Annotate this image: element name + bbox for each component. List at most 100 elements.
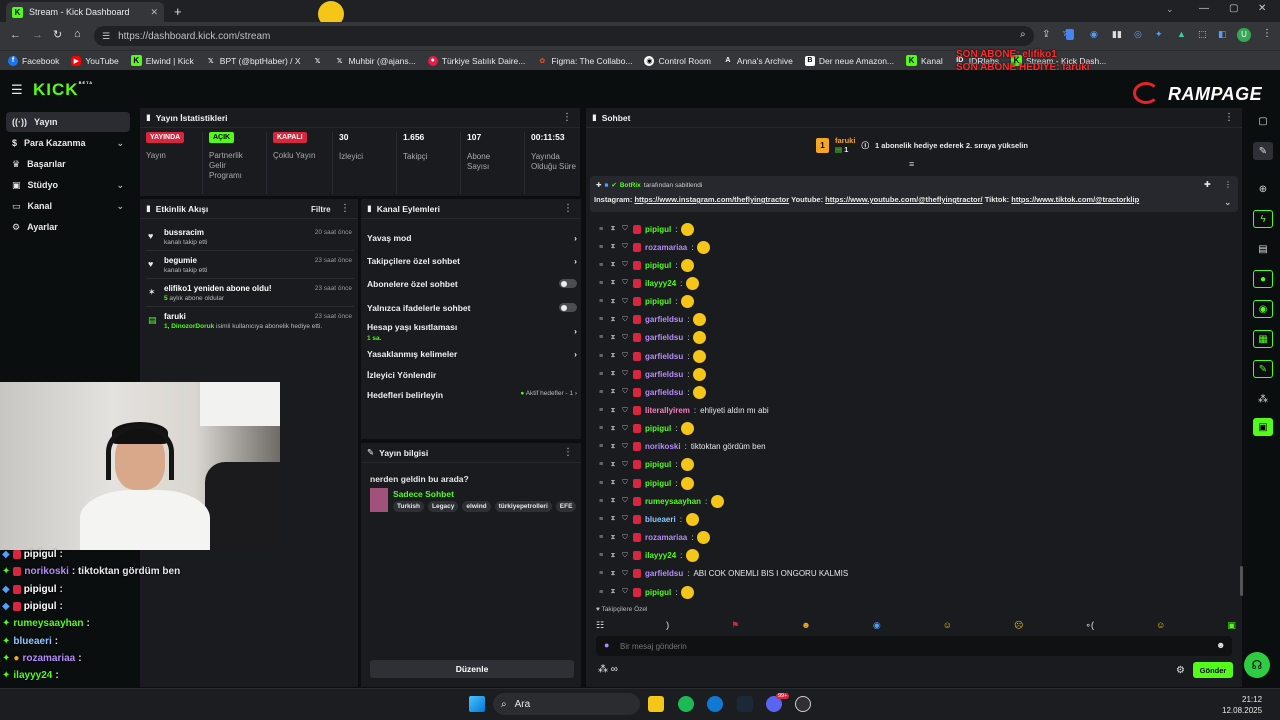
bookmark-control-room[interactable]: ◉ Control Room (644, 55, 711, 66)
ban-icon[interactable]: ⛉ (621, 425, 629, 433)
kick-logo[interactable]: KICKBETA (33, 80, 93, 100)
minimize-icon[interactable]: — (1199, 3, 1209, 14)
tag[interactable]: Turkish (393, 501, 424, 512)
extension-icon-5[interactable]: ▲ (1177, 29, 1186, 39)
ban-icon[interactable]: ⛉ (621, 243, 629, 251)
tag[interactable]: Legacy (428, 501, 459, 512)
timeout-icon[interactable]: ⧗ (609, 370, 617, 378)
message-menu-icon[interactable]: ≡ (597, 244, 605, 251)
stream-info-menu-icon[interactable]: ⋮ (563, 447, 573, 458)
bookmark-annas-archive[interactable]: A Anna's Archive (723, 56, 793, 66)
chat-username[interactable]: garfieldsu (645, 352, 683, 361)
ban-icon[interactable]: ⛉ (621, 515, 629, 523)
bookmark-satilik-daire[interactable]: ● Türkiye Satılık Daire... (427, 55, 525, 66)
extension-icon-3[interactable]: ▮▮ (1112, 29, 1122, 40)
tag[interactable]: elwind (462, 501, 491, 512)
message-menu-icon[interactable]: ≡ (597, 516, 605, 523)
close-tab-icon[interactable]: ✕ (150, 7, 158, 18)
mic-icon[interactable]: ● (604, 640, 609, 650)
chat-username[interactable]: garfieldsu (645, 569, 683, 578)
sidebar-item-basarilar[interactable]: ♛ Başarılar (6, 154, 130, 174)
chat-username[interactable]: literallyirem (645, 406, 690, 415)
extension-icon-6[interactable]: ⬚ (1198, 29, 1207, 40)
file-explorer-icon[interactable] (648, 696, 664, 712)
emoji-picker-icon[interactable]: ☻ (1216, 640, 1225, 650)
maximize-icon[interactable]: ▢ (1229, 3, 1238, 14)
pinned-link-youtube[interactable]: https://www.youtube.com/@theflyingtracto… (825, 195, 982, 204)
ban-icon[interactable]: ⛉ (621, 407, 629, 415)
document-icon[interactable]: ▤ (1253, 240, 1273, 258)
new-tab-icon[interactable]: + (174, 4, 182, 19)
chat-username[interactable]: rozamariaa (645, 533, 687, 542)
chat-username[interactable]: garfieldsu (645, 315, 683, 324)
timeout-icon[interactable]: ⧗ (609, 588, 617, 596)
hamburger-menu-icon[interactable]: ☰ (11, 82, 23, 98)
ban-icon[interactable]: ⛉ (621, 261, 629, 269)
send-button[interactable]: Gönder (1193, 662, 1233, 678)
profile-avatar[interactable]: U (1237, 28, 1251, 42)
message-menu-icon[interactable]: ≡ (597, 552, 605, 559)
ban-icon[interactable]: ⛉ (621, 370, 629, 378)
ban-icon[interactable]: ⛉ (621, 479, 629, 487)
pinned-link-tiktok[interactable]: https://www.tiktok.com/@tractorklip (1011, 195, 1139, 204)
banned-words-row[interactable]: Yasaklanmış kelimeler › (367, 349, 577, 359)
ban-icon[interactable]: ⛉ (621, 316, 629, 324)
timeout-icon[interactable]: ⧗ (609, 497, 617, 505)
message-menu-icon[interactable]: ≡ (597, 334, 605, 341)
chat-username[interactable]: pipigul (645, 588, 671, 597)
timeout-icon[interactable]: ⧗ (609, 407, 617, 415)
bookmark-muhbir[interactable]: 𝕏 Muhbir (@ajans... (335, 56, 416, 66)
bookmark-facebook[interactable]: f Facebook (8, 55, 59, 66)
category-name[interactable]: Sadece Sohbet (393, 489, 454, 499)
ban-icon[interactable]: ⛉ (621, 352, 629, 360)
chat-username[interactable]: norikoski (645, 442, 681, 451)
emote-icon[interactable]: ☺ (1156, 620, 1165, 630)
message-menu-icon[interactable]: ≡ (597, 461, 605, 468)
timeout-icon[interactable]: ⧗ (609, 316, 617, 324)
ban-icon[interactable]: ⛉ (621, 534, 629, 542)
chevron-down-icon[interactable]: ⌄ (1166, 4, 1174, 15)
edit-stream-info-button[interactable]: Düzenle (370, 660, 574, 678)
browser-menu-icon[interactable]: ⋮ (1262, 28, 1272, 39)
activity-menu-icon[interactable]: ⋮ (340, 203, 350, 214)
tag[interactable]: türkiyepetrolleri (494, 501, 552, 512)
timeout-icon[interactable]: ⧗ (609, 334, 617, 342)
message-menu-icon[interactable]: ≡ (597, 226, 605, 233)
forward-icon[interactable]: → (32, 29, 43, 41)
zoom-icon[interactable]: ⌕ (1020, 29, 1026, 40)
timeout-icon[interactable]: ⧗ (609, 279, 617, 287)
emote-icon[interactable]: ☻ (801, 620, 810, 630)
chat-scrollbar[interactable] (1240, 566, 1243, 596)
chat-username[interactable]: pipigul (645, 261, 671, 270)
home-icon[interactable]: ⌂ (74, 28, 81, 40)
steam-icon[interactable] (737, 696, 753, 712)
stats-menu-icon[interactable]: ⋮ (562, 112, 572, 123)
calendar-icon[interactable]: ▦ (1253, 330, 1273, 348)
timeout-icon[interactable]: ⧗ (609, 225, 617, 233)
chat-username[interactable]: rumeysaayhan (645, 497, 701, 506)
support-chat-icon[interactable]: ☊ (1244, 652, 1270, 678)
emote-icon[interactable]: ◉ (873, 620, 881, 631)
chat-username[interactable]: pipigul (645, 297, 671, 306)
message-menu-icon[interactable]: ≡ (597, 371, 605, 378)
chat-username[interactable]: ilayyy24 (645, 279, 676, 288)
follower-chat-row[interactable]: Takipçilere özel sohbet › (367, 256, 577, 266)
back-icon[interactable]: ← (10, 29, 21, 41)
message-menu-icon[interactable]: ≡ (597, 425, 605, 432)
chat-menu-icon[interactable]: ⋮ (1224, 112, 1234, 123)
sidebar-item-kanal[interactable]: ▭ Kanal ⌄ (6, 196, 130, 216)
timeout-icon[interactable]: ⧗ (609, 425, 617, 433)
timeout-icon[interactable]: ⧗ (609, 352, 617, 360)
sidepanel-icon[interactable]: ◧ (1218, 29, 1227, 40)
sidebar-item-para-kazanma[interactable]: $ Para Kazanma ⌄ (6, 133, 130, 153)
chat-bubble-icon[interactable]: ● (1253, 270, 1273, 288)
sidebar-item-studyo[interactable]: ▣ Stüdyo ⌄ (6, 175, 130, 195)
message-menu-icon[interactable]: ≡ (597, 480, 605, 487)
timeout-icon[interactable]: ⧗ (609, 570, 617, 578)
chat-tools-icon[interactable]: ⁂ ∞ (598, 664, 618, 675)
browser-tab[interactable]: K Stream - Kick Dashboard ✕ (6, 2, 164, 22)
clapper-icon[interactable]: ▣ (1253, 418, 1273, 436)
subscriber-chat-toggle[interactable] (559, 279, 577, 288)
ban-icon[interactable]: ⛉ (621, 497, 629, 505)
message-menu-icon[interactable]: ≡ (597, 353, 605, 360)
